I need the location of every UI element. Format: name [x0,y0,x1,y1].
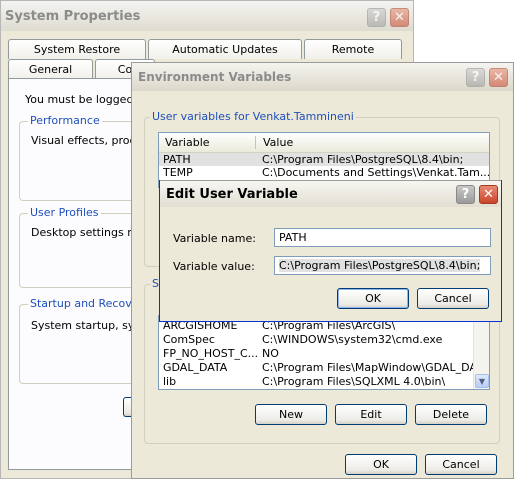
value-cell: C:\Documents and Settings\Venkat.Tam... [262,166,490,179]
environment-variables-title: Environment Variables [138,70,292,84]
list-header: Variable Value [159,133,489,153]
variable-value-field[interactable]: C:\Program Files\PostgreSQL\8.4\bin; [274,256,491,275]
variable-cell: ComSpec [163,333,215,346]
variable-name-field[interactable]: PATH [274,228,491,247]
user-variables-label: User variables for Venkat.Tammineni [150,110,356,123]
performance-group [19,121,139,201]
value-cell: NO [262,347,279,360]
value-cell: C:\Program Files\PostgreSQL\8.4\bin; [262,153,464,166]
cancel-button[interactable]: Cancel [417,288,489,309]
user-profiles-label: User Profiles [28,206,101,219]
variable-name-label: Variable name: [173,232,256,245]
edit-user-variable-dialog: Edit User Variable ? ✕ Variable name: PA… [159,180,502,322]
value-cell: C:\Program Files\SQLXML 4.0\bin\ [262,375,446,388]
column-header-value[interactable]: Value [263,136,293,149]
variable-cell: TEMP [163,166,193,179]
help-icon[interactable]: ? [466,68,485,87]
variable-cell: PATH [163,153,191,166]
startup-group [19,304,139,384]
tab-general[interactable]: General [8,59,93,79]
system-properties-title: System Properties [5,9,141,24]
user-profiles-group [19,213,139,288]
edit-user-variable-title: Edit User Variable [166,187,298,202]
system-variables-list[interactable]: ARCGISHOME C:\Program Files\ArcGIS\ ComS… [158,315,490,390]
help-icon[interactable]: ? [367,8,386,27]
environment-variables-titlebar[interactable]: Environment Variables ? ✕ [132,63,513,91]
value-cell: C:\WINDOWS\system32\cmd.exe [262,333,443,346]
vertical-scrollbar[interactable]: ▼ [473,316,489,389]
close-icon[interactable]: ✕ [390,8,409,27]
edit-button[interactable]: Edit [335,404,407,425]
scroll-down-icon[interactable]: ▼ [475,374,489,388]
column-header-variable[interactable]: Variable [165,136,210,149]
variable-cell: lib [163,375,177,388]
table-row[interactable]: PATH C:\Program Files\PostgreSQL\8.4\bin… [159,153,489,166]
table-row[interactable]: TEMP C:\Documents and Settings\Venkat.Ta… [159,166,489,179]
ok-button[interactable]: OK [345,454,417,475]
tab-remote[interactable]: Remote [304,39,402,59]
tab-system-restore[interactable]: System Restore [8,39,146,59]
performance-label: Performance [28,114,102,127]
variable-cell: GDAL_DATA [163,361,228,374]
value-cell: C:\Program Files\MapWindow\GDAL_DATA [262,361,490,374]
table-row[interactable]: ComSpec C:\WINDOWS\system32\cmd.exe [159,333,473,346]
close-icon[interactable]: ✕ [479,185,498,204]
ok-button[interactable]: OK [337,288,409,309]
table-row[interactable]: lib C:\Program Files\SQLXML 4.0\bin\ [159,375,473,388]
variable-value-label: Variable value: [173,260,255,273]
cancel-button[interactable]: Cancel [425,454,497,475]
close-icon[interactable]: ✕ [489,68,508,87]
system-properties-titlebar[interactable]: System Properties ? ✕ [1,1,413,31]
delete-button[interactable]: Delete [415,404,487,425]
new-button[interactable]: New [255,404,327,425]
help-icon[interactable]: ? [456,185,475,204]
table-row[interactable]: GDAL_DATA C:\Program Files\MapWindow\GDA… [159,361,489,374]
variable-cell: FP_NO_HOST_C... [163,347,257,360]
tab-automatic-updates[interactable]: Automatic Updates [148,39,302,59]
table-row[interactable]: FP_NO_HOST_C... NO [159,347,473,360]
edit-user-variable-titlebar[interactable]: Edit User Variable ? ✕ [160,180,501,207]
